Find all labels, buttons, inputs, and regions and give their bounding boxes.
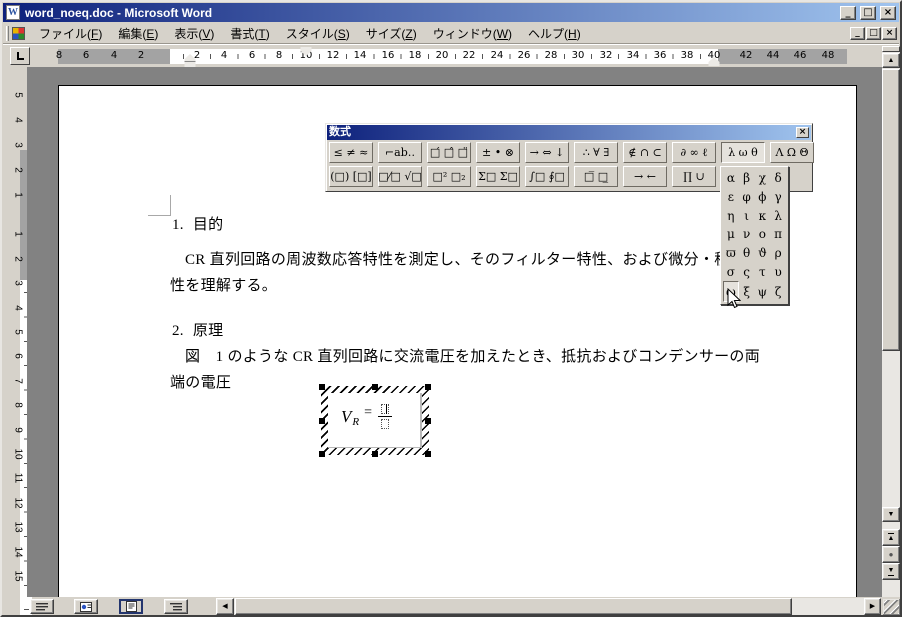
symbol-palette-button[interactable]: ∂ ∞ ℓ — [672, 142, 716, 163]
outline-view-icon — [170, 602, 182, 611]
symbol-palette-button[interactable]: ± • ⊗ — [476, 142, 520, 163]
symbol-palette-button[interactable]: λ ω θ — [721, 142, 765, 163]
next-page-button[interactable]: ▼ — [882, 563, 900, 580]
template-palette-button[interactable]: □² □₂ — [427, 166, 471, 187]
mouse-cursor — [727, 288, 741, 309]
selection-handle[interactable] — [425, 384, 431, 390]
symbol-palette-button[interactable]: ∉ ∩ ⊂ — [623, 142, 667, 163]
window-resize-grip[interactable] — [883, 599, 900, 615]
symbol-palette-button[interactable]: ⌐ab‥ — [378, 142, 422, 163]
scroll-right-button[interactable]: ▶ — [864, 598, 881, 615]
greek-letter-cell[interactable]: χ — [755, 169, 771, 188]
selection-handle[interactable] — [425, 451, 431, 457]
up-arrow-icon: ▲ — [888, 57, 895, 64]
greek-letter-cell[interactable]: ι — [739, 206, 755, 225]
selection-handle[interactable] — [372, 451, 378, 457]
greek-letter-cell[interactable]: ξ — [739, 281, 755, 302]
vertical-scrollbar-thumb[interactable] — [882, 69, 900, 351]
vertical-ruler — [10, 67, 26, 597]
greek-letter-cell[interactable]: ϖ — [723, 244, 739, 263]
view-online-layout-button[interactable] — [74, 599, 98, 614]
greek-letter-cell[interactable]: θ — [739, 244, 755, 263]
heading-2: 2.原理 — [172, 319, 223, 340]
view-page-layout-button[interactable] — [119, 599, 143, 614]
view-normal-button[interactable] — [30, 599, 54, 614]
previous-page-icon: ▲ — [888, 533, 895, 542]
browse-object-icon: ● — [889, 551, 894, 559]
symbol-palette-button[interactable]: Λ Ω Θ — [770, 142, 814, 163]
greek-letter-cell[interactable]: υ — [770, 263, 786, 282]
select-browse-object-button[interactable]: ● — [882, 546, 900, 563]
greek-letter-cell[interactable]: ο — [755, 225, 771, 244]
scroll-down-button[interactable]: ▼ — [882, 507, 900, 522]
greek-letter-cell[interactable]: ϕ — [755, 188, 771, 207]
greek-letter-cell[interactable]: τ — [755, 263, 771, 282]
selection-handle[interactable] — [425, 418, 431, 424]
greek-letter-cell[interactable]: φ — [739, 188, 755, 207]
scroll-up-button[interactable]: ▲ — [882, 53, 900, 68]
selection-handle[interactable] — [319, 451, 325, 457]
horizontal-scrollbar-thumb[interactable] — [235, 598, 792, 615]
template-palette-button[interactable]: □̅ □̲ — [574, 166, 618, 187]
scroll-left-button[interactable]: ◀ — [216, 598, 234, 615]
margin-crop-mark — [148, 195, 171, 216]
down-arrow-icon: ▼ — [888, 511, 895, 518]
greek-letter-cell[interactable]: κ — [755, 206, 771, 225]
selection-handle[interactable] — [372, 384, 378, 390]
greek-letter-cell[interactable]: π — [770, 225, 786, 244]
greek-letter-cell[interactable]: μ — [723, 225, 739, 244]
greek-letter-cell[interactable]: ν — [739, 225, 755, 244]
equation-toolbar-titlebar[interactable]: 数式 × — [327, 125, 811, 140]
page-layout-icon — [126, 601, 137, 612]
next-page-icon: ▼ — [888, 567, 895, 576]
paragraph-line: 図 1 のような CR 直列回路に交流電圧を加えたとき、抵抗およびコンデンサーの… — [185, 345, 760, 366]
selection-handle[interactable] — [319, 418, 325, 424]
left-arrow-icon: ◀ — [222, 603, 227, 610]
paragraph-line: 端の電圧 — [170, 371, 231, 392]
greek-letter-cell[interactable]: ζ — [770, 281, 786, 302]
symbol-palette-button[interactable]: □́ □̂ □̈ — [427, 142, 471, 163]
greek-letter-cell[interactable]: η — [723, 206, 739, 225]
greek-letter-cell[interactable]: ς — [739, 263, 755, 282]
symbol-palette-button[interactable]: ≤ ≠ ≈ — [329, 142, 373, 163]
greek-letter-cell[interactable]: ε — [723, 188, 739, 207]
selection-handle[interactable] — [319, 384, 325, 390]
symbol-palette-button[interactable]: ∴ ∀ ∃ — [574, 142, 618, 163]
view-outline-button[interactable] — [164, 599, 188, 614]
greek-letter-cell[interactable]: ρ — [770, 244, 786, 263]
equation-object-frame[interactable]: VR = — [321, 386, 429, 455]
paragraph-line: CR 直列回路の周波数応答特性を測定し、そのフィルター特性、および微分・積分 — [185, 248, 745, 269]
heading-1: 1.目的 — [172, 213, 223, 234]
greek-letter-cell[interactable]: σ — [723, 263, 739, 282]
word-window: W word_noeq.doc - Microsoft Word _ □ × フ… — [0, 0, 902, 617]
greek-lowercase-palette: αβχδεφϕγηικλμνοπϖθϑρσςτυωξψζ — [720, 166, 789, 305]
greek-letter-cell[interactable]: γ — [770, 188, 786, 207]
template-palette-button[interactable]: □⁄□ √□ — [378, 166, 422, 187]
indent-marker[interactable] — [709, 57, 720, 66]
template-palette-button[interactable]: → ← — [623, 166, 667, 187]
symbol-palette-button[interactable]: → ⇔ ↓ — [525, 142, 569, 163]
greek-letter-cell[interactable]: λ — [770, 206, 786, 225]
equation-toolbar-close-button[interactable]: × — [796, 127, 809, 138]
right-arrow-icon: ▶ — [870, 603, 875, 610]
greek-letter-cell[interactable]: ϑ — [755, 244, 771, 263]
template-palette-button[interactable]: (□) [□] — [329, 166, 373, 187]
greek-letter-cell[interactable]: ψ — [755, 281, 771, 302]
paragraph-line: 性を理解する。 — [170, 274, 277, 295]
indent-marker[interactable] — [185, 54, 196, 67]
split-handle[interactable] — [882, 46, 900, 52]
previous-page-button[interactable]: ▲ — [882, 529, 900, 546]
greek-letter-cell[interactable]: δ — [770, 169, 786, 188]
template-palette-button[interactable]: ∫□ ∮□ — [525, 166, 569, 187]
template-palette-button[interactable]: ∏ ∪ — [672, 166, 716, 187]
greek-letter-cell[interactable]: α — [723, 169, 739, 188]
greek-letter-cell[interactable]: β — [739, 169, 755, 188]
online-layout-icon — [80, 602, 92, 612]
equation-toolbar-title: 数式 — [329, 126, 796, 139]
template-palette-button[interactable]: Σ□ Σ□ — [476, 166, 520, 187]
normal-view-icon — [36, 602, 48, 611]
indent-marker[interactable] — [301, 47, 312, 56]
